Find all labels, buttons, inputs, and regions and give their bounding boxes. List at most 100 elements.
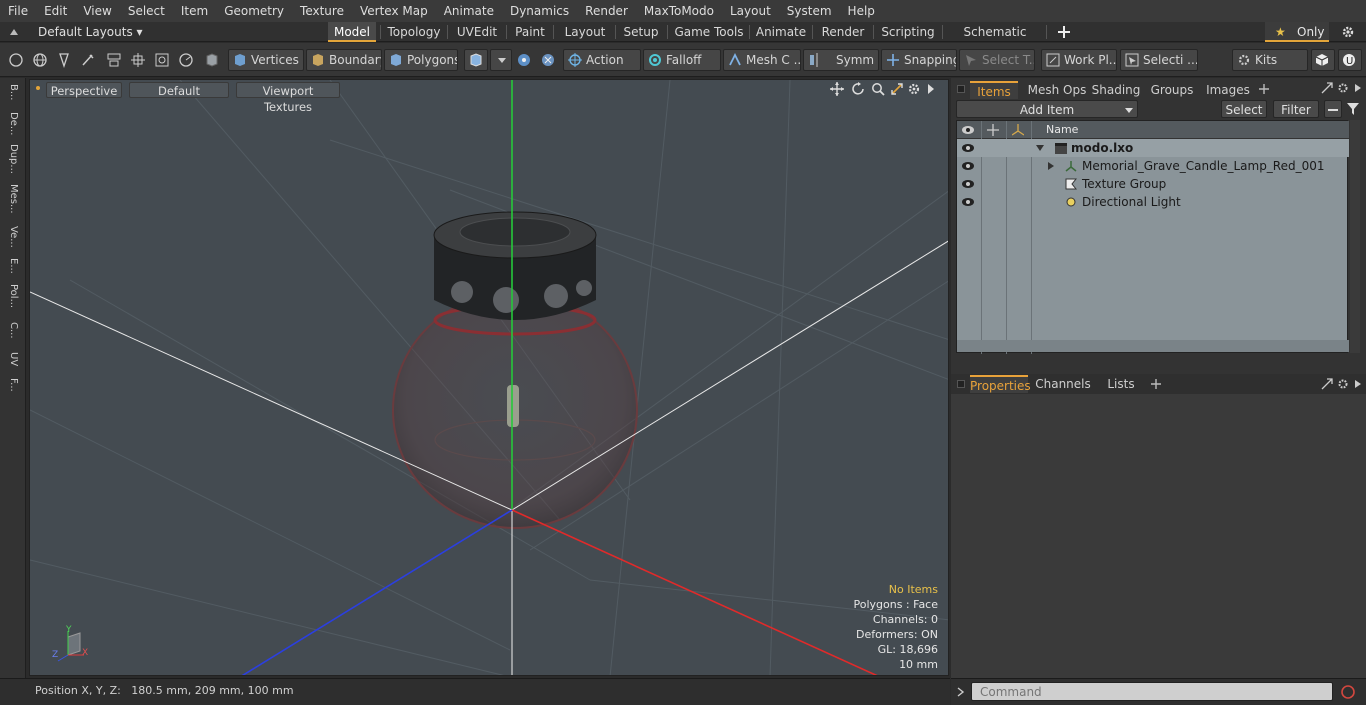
tab-paint[interactable]: Paint [511, 22, 549, 42]
filter-button[interactable]: Filter [1273, 100, 1319, 118]
vtab-duplicate[interactable]: Dup... [4, 144, 22, 174]
menu-render[interactable]: Render [577, 0, 636, 22]
globe-icon[interactable] [32, 52, 48, 68]
tab-groups[interactable]: Groups [1148, 81, 1196, 99]
vtab-vertex[interactable]: Ve... [4, 226, 22, 248]
vtab-curve[interactable]: C... [4, 322, 22, 339]
add-panel-tab-icon[interactable] [1259, 84, 1269, 94]
vtab-uv[interactable]: UV [4, 352, 22, 366]
layout-arrow-icon[interactable] [8, 26, 20, 38]
vtab-deform[interactable]: De... [4, 112, 22, 135]
vertices-button[interactable]: Vertices [228, 49, 304, 71]
visibility-eye-icon[interactable] [962, 142, 974, 154]
menu-item[interactable]: Item [173, 0, 216, 22]
tab-uvedit[interactable]: UVEdit [452, 22, 502, 42]
list-horizontal-scrollbar[interactable] [957, 340, 1349, 352]
panel-settings-icon[interactable] [1337, 82, 1349, 94]
default-layouts-dropdown[interactable]: Default Layouts ▾ [38, 22, 143, 42]
menu-edit[interactable]: Edit [36, 0, 75, 22]
panel-settings-icon[interactable] [1337, 378, 1349, 390]
action-center-button[interactable]: Action [563, 49, 641, 71]
frame-icon[interactable] [154, 52, 170, 68]
tab-topology[interactable]: Topology [385, 22, 443, 42]
tab-channels[interactable]: Channels [1035, 375, 1091, 393]
select-circle-icon[interactable] [8, 52, 24, 68]
selection-sets-button[interactable]: Selecti ... [1120, 49, 1198, 71]
tab-mesh-ops[interactable]: Mesh Ops [1027, 81, 1087, 99]
tab-scripting[interactable]: Scripting [878, 22, 938, 42]
collapsed-triangle-icon[interactable] [1047, 162, 1055, 170]
add-panel-tab-icon[interactable] [1151, 379, 1161, 389]
zoom-view-icon[interactable] [871, 82, 885, 96]
list-vertical-scrollbar[interactable] [1350, 120, 1360, 353]
vtab-polygon[interactable]: Pol... [4, 284, 22, 308]
viewport-settings-icon[interactable] [907, 82, 921, 96]
symmetry-button[interactable]: Symm ... [803, 49, 879, 71]
snap-grid-icon[interactable] [130, 52, 146, 68]
panel-expand-icon[interactable] [1321, 378, 1333, 390]
work-plane-button[interactable]: Work Pl... [1041, 49, 1117, 71]
menu-layout[interactable]: Layout [722, 0, 779, 22]
3d-viewport[interactable]: Perspective Default Viewport Textures No… [29, 79, 949, 676]
panel-more-icon[interactable] [1354, 379, 1362, 389]
tab-layout[interactable]: Layout [558, 22, 612, 42]
tab-images[interactable]: Images [1203, 81, 1253, 99]
tree-row-light[interactable]: Directional Light [957, 193, 1349, 211]
viewport-menu-dot-icon[interactable] [36, 86, 40, 90]
menu-texture[interactable]: Texture [292, 0, 352, 22]
select-button[interactable]: Select [1221, 100, 1267, 118]
tab-properties[interactable]: Properties [970, 375, 1031, 393]
visibility-eye-icon[interactable] [962, 196, 974, 208]
command-input[interactable] [971, 682, 1333, 701]
element-select-icon[interactable] [540, 52, 556, 68]
select-through-button[interactable]: Select T... [959, 49, 1035, 71]
tab-lists[interactable]: Lists [1096, 375, 1146, 393]
menu-select[interactable]: Select [120, 0, 173, 22]
menu-system[interactable]: System [779, 0, 840, 22]
viewport-textures-dropdown[interactable]: Viewport Textures [236, 82, 340, 114]
panel-handle-icon[interactable] [957, 380, 965, 388]
tree-row-texture-group[interactable]: Texture Group [957, 175, 1349, 193]
maximize-view-icon[interactable] [890, 82, 904, 96]
shading-dropdown[interactable] [490, 49, 512, 71]
snapping-button[interactable]: Snapping [881, 49, 957, 71]
collapse-button[interactable] [1324, 100, 1342, 118]
mesh-constraint-button[interactable]: Mesh C ... [723, 49, 801, 71]
shading-default-dropdown[interactable]: Default [129, 82, 229, 98]
vtab-basic[interactable]: B... [4, 84, 22, 100]
gear-icon[interactable] [1341, 25, 1355, 39]
falloff-button[interactable]: Falloff [643, 49, 721, 71]
menu-file[interactable]: File [0, 0, 36, 22]
tree-row-mesh[interactable]: Memorial_Grave_Candle_Lamp_Red_001 [957, 157, 1349, 175]
panel-expand-icon[interactable] [1321, 82, 1333, 94]
perspective-dropdown[interactable]: Perspective [46, 82, 122, 98]
brush-icon[interactable] [80, 52, 96, 68]
menu-vertex-map[interactable]: Vertex Map [352, 0, 436, 22]
visibility-eye-icon[interactable] [962, 178, 974, 190]
expand-triangle-icon[interactable] [1036, 144, 1044, 152]
menu-animate[interactable]: Animate [436, 0, 502, 22]
pen-icon[interactable] [56, 52, 72, 68]
only-toggle[interactable]: ★ Only [1265, 22, 1329, 42]
timer-icon[interactable] [178, 52, 194, 68]
cube-solid-icon[interactable] [204, 52, 220, 68]
panel-handle-icon[interactable] [957, 85, 965, 93]
unreal-button[interactable]: U [1338, 49, 1362, 71]
menu-maxtomodo[interactable]: MaxToModo [636, 0, 722, 22]
unity-button[interactable] [1311, 49, 1335, 71]
vtab-edge[interactable]: E... [4, 258, 22, 274]
menu-dynamics[interactable]: Dynamics [502, 0, 577, 22]
viewport-more-icon[interactable] [926, 83, 936, 95]
tab-schematic-fusion[interactable]: Schematic Fusion [946, 22, 1044, 59]
sphere-select-icon[interactable] [516, 52, 532, 68]
name-column-header[interactable]: Name [1046, 121, 1078, 139]
polygons-button[interactable]: Polygons [384, 49, 458, 71]
rotate-view-icon[interactable] [851, 82, 865, 96]
tab-setup[interactable]: Setup [619, 22, 663, 42]
tree-row-scene[interactable]: modo.lxo [957, 139, 1349, 157]
panel-more-icon[interactable] [1354, 83, 1362, 93]
menu-help[interactable]: Help [840, 0, 883, 22]
filter-funnel-icon[interactable] [1346, 102, 1360, 116]
tab-animate[interactable]: Animate [753, 22, 809, 42]
menu-view[interactable]: View [75, 0, 119, 22]
